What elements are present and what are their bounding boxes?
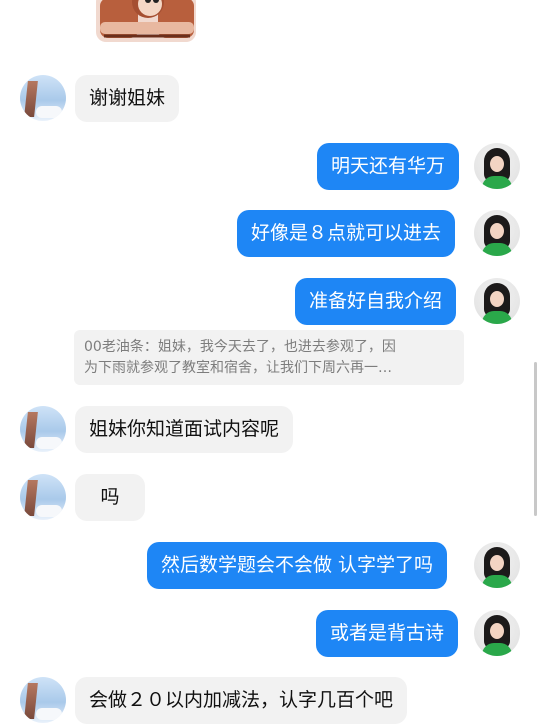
message-bubble-incoming[interactable]: 谢谢姐妹 [75,75,180,122]
contact-avatar[interactable] [20,677,66,723]
self-avatar[interactable] [474,210,520,256]
contact-avatar[interactable] [20,75,66,121]
self-avatar[interactable] [474,610,520,656]
message-bubble-outgoing[interactable]: 准备好自我介绍 [295,278,457,325]
self-avatar[interactable] [474,278,520,324]
message-bubble-outgoing[interactable]: 然后数学题会不会做 认字学了吗 [147,542,448,589]
message-bubble-outgoing[interactable]: 好像是８点就可以进去 [237,210,456,257]
message-bubble-outgoing[interactable]: 或者是背古诗 [316,610,459,657]
cartoon-sticker-icon [96,0,196,42]
quoted-message[interactable]: 00老油条：姐妹，我今天去了，也进去参观了，因 为下雨就参观了教室和宿舍，让我们… [74,330,464,385]
message-bubble-incoming[interactable]: 吗 [75,474,145,521]
self-avatar[interactable] [474,143,520,189]
self-avatar[interactable] [474,542,520,588]
message-bubble-outgoing[interactable]: 明天还有华万 [317,143,460,190]
quoted-message-line: 00老油条：姐妹，我今天去了，也进去参观了，因 [84,339,396,355]
scrollbar[interactable] [534,362,537,516]
contact-avatar[interactable] [20,406,66,452]
message-bubble-incoming[interactable]: 姐妹你知道面试内容呢 [75,406,294,453]
contact-avatar[interactable] [20,474,66,520]
quoted-message-line: 为下雨就参观了教室和宿舍，让我们下周六再一… [84,360,392,376]
message-bubble-incoming[interactable]: 会做２０以内加减法，认字几百个吧 [75,677,408,724]
